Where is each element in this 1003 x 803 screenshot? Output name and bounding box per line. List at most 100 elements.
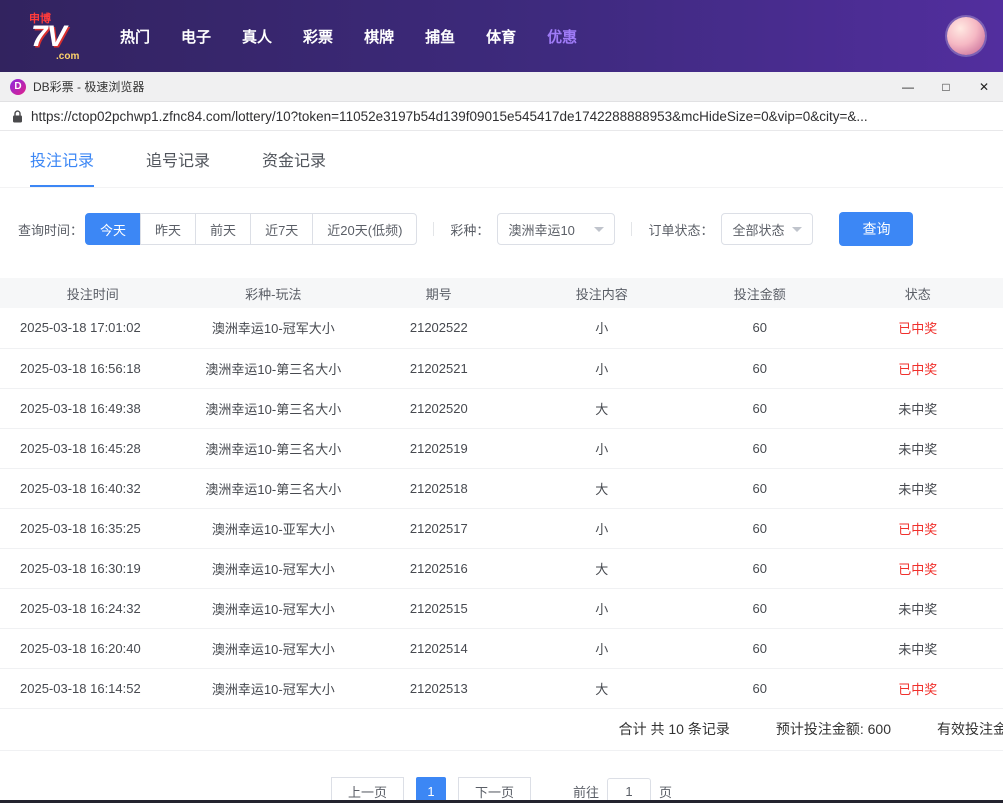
lottery-type-label: 彩种： bbox=[450, 222, 490, 238]
cell-play: 澳洲幸运10-第三名大小 bbox=[185, 388, 362, 429]
nav-item-sports[interactable]: 体育 bbox=[486, 26, 516, 47]
cell-play: 澳洲幸运10-冠军大小 bbox=[185, 588, 362, 629]
screen: 申博 7V .com 热门 电子 真人 彩票 棋牌 捕鱼 体育 优惠 D DB彩… bbox=[0, 0, 1003, 803]
tab-bet-records[interactable]: 投注记录 bbox=[30, 147, 95, 187]
bet-table-body: 2025-03-18 17:01:02 澳洲幸运10-冠军大小 21202522… bbox=[0, 308, 1003, 709]
nav-item-promo[interactable]: 优惠 bbox=[547, 26, 577, 47]
cell-amount: 60 bbox=[687, 308, 833, 349]
close-icon[interactable]: ✕ bbox=[965, 72, 1003, 102]
filter-divider bbox=[631, 222, 633, 236]
nav-item-board[interactable]: 棋牌 bbox=[364, 26, 394, 47]
window-title: DB彩票 - 极速浏览器 bbox=[33, 80, 145, 94]
cell-amount: 60 bbox=[687, 428, 833, 469]
expected-amount-text: 预计投注金额: 600 bbox=[775, 721, 891, 737]
total-records-text: 合计 共 10 条记录 bbox=[618, 721, 730, 737]
table-row: 2025-03-18 16:20:40 澳洲幸运10-冠军大小 21202514… bbox=[0, 628, 1003, 669]
cell-bet-time: 2025-03-18 16:14:52 bbox=[0, 668, 186, 709]
nav-item-hot[interactable]: 热门 bbox=[120, 26, 150, 47]
table-row: 2025-03-18 16:35:25 澳洲幸运10-亚军大小 21202517… bbox=[0, 508, 1003, 549]
nav-item-live[interactable]: 真人 bbox=[242, 26, 272, 47]
cell-status: 未中奖 bbox=[832, 468, 1003, 509]
filter-divider bbox=[433, 222, 435, 236]
cell-amount: 60 bbox=[687, 468, 833, 509]
cell-play: 澳洲幸运10-冠军大小 bbox=[185, 308, 362, 349]
table-row: 2025-03-18 16:40:32 澳洲幸运10-第三名大小 2120251… bbox=[0, 468, 1003, 509]
lottery-records-page: 投注记录 追号记录 资金记录 查询时间： 今天 昨天 前天 近7天 近20天(低… bbox=[0, 131, 1003, 803]
cell-issue: 21202518 bbox=[361, 468, 517, 509]
goto-suffix: 页 bbox=[659, 785, 673, 800]
cell-content: 大 bbox=[516, 668, 688, 709]
cell-play: 澳洲幸运10-第三名大小 bbox=[185, 428, 362, 469]
table-row: 2025-03-18 16:30:19 澳洲幸运10-冠军大小 21202516… bbox=[0, 548, 1003, 589]
cell-bet-time: 2025-03-18 16:45:28 bbox=[0, 428, 186, 469]
cell-issue: 21202517 bbox=[361, 508, 517, 549]
cell-amount: 60 bbox=[687, 668, 833, 709]
cell-bet-time: 2025-03-18 16:35:25 bbox=[0, 508, 186, 549]
site-logo[interactable]: 申博 7V .com bbox=[26, 9, 94, 63]
lottery-type-select[interactable]: 澳洲幸运10 bbox=[497, 213, 616, 245]
cell-issue: 21202519 bbox=[361, 428, 517, 469]
cell-bet-time: 2025-03-18 16:40:32 bbox=[0, 468, 186, 509]
cell-bet-time: 2025-03-18 16:56:18 bbox=[0, 348, 186, 389]
cell-status: 已中奖 bbox=[832, 308, 1003, 349]
cell-status: 未中奖 bbox=[832, 388, 1003, 429]
cell-amount: 60 bbox=[687, 628, 833, 669]
valid-amount-text: 有效投注金额 bbox=[937, 721, 1003, 737]
nav-item-electronic[interactable]: 电子 bbox=[181, 26, 211, 47]
main-nav: 热门 电子 真人 彩票 棋牌 捕鱼 体育 优惠 bbox=[120, 26, 577, 47]
cell-status: 已中奖 bbox=[832, 548, 1003, 589]
time-filter-label: 查询时间： bbox=[18, 222, 84, 238]
lottery-type-value: 澳洲幸运10 bbox=[508, 222, 575, 238]
cell-issue: 21202515 bbox=[361, 588, 517, 629]
tab-fund-records[interactable]: 资金记录 bbox=[262, 147, 326, 187]
address-bar: https://ctop02pchwp1.zfnc84.com/lottery/… bbox=[0, 102, 1003, 131]
cell-play: 澳洲幸运10-冠军大小 bbox=[185, 628, 362, 669]
cell-issue: 21202516 bbox=[361, 548, 517, 589]
col-header-bet-time: 投注时间 bbox=[0, 278, 186, 308]
cell-bet-time: 2025-03-18 16:30:19 bbox=[0, 548, 186, 589]
cell-status: 未中奖 bbox=[832, 588, 1003, 629]
time-filter-7days[interactable]: 近7天 bbox=[250, 213, 314, 245]
cell-play: 澳洲幸运10-第三名大小 bbox=[185, 468, 362, 509]
time-filter-daybefore[interactable]: 前天 bbox=[195, 213, 252, 245]
filter-bar: 查询时间： 今天 昨天 前天 近7天 近20天(低频) 彩种： 澳洲幸运10 订… bbox=[18, 212, 985, 246]
tab-chase-records[interactable]: 追号记录 bbox=[146, 147, 210, 187]
logo-sub-text: .com bbox=[56, 51, 80, 62]
order-status-value: 全部状态 bbox=[732, 222, 785, 238]
cell-content: 大 bbox=[516, 548, 688, 589]
chevron-down-icon bbox=[792, 226, 803, 232]
cell-status: 已中奖 bbox=[832, 668, 1003, 709]
maximize-icon[interactable]: □ bbox=[927, 72, 965, 102]
url-text[interactable]: https://ctop02pchwp1.zfnc84.com/lottery/… bbox=[31, 109, 868, 124]
cell-play: 澳洲幸运10-亚军大小 bbox=[185, 508, 362, 549]
table-row: 2025-03-18 16:49:38 澳洲幸运10-第三名大小 2120252… bbox=[0, 388, 1003, 429]
nav-item-fishing[interactable]: 捕鱼 bbox=[425, 26, 455, 47]
cell-issue: 21202521 bbox=[361, 348, 517, 389]
minimize-icon[interactable]: — bbox=[889, 72, 927, 102]
cell-play: 澳洲幸运10-冠军大小 bbox=[185, 548, 362, 589]
chevron-down-icon bbox=[594, 226, 605, 232]
cell-issue: 21202520 bbox=[361, 388, 517, 429]
order-status-select[interactable]: 全部状态 bbox=[721, 213, 814, 245]
cell-play: 澳洲幸运10-冠军大小 bbox=[185, 668, 362, 709]
cell-amount: 60 bbox=[687, 508, 833, 549]
cell-content: 小 bbox=[516, 508, 688, 549]
record-tabs: 投注记录 追号记录 资金记录 bbox=[0, 131, 1003, 188]
summary-bar: 合计 共 10 条记录 预计投注金额: 600 有效投注金额 bbox=[0, 709, 1003, 751]
col-header-play: 彩种-玩法 bbox=[185, 278, 362, 308]
cell-content: 小 bbox=[516, 308, 688, 349]
table-row: 2025-03-18 16:14:52 澳洲幸运10-冠军大小 21202513… bbox=[0, 668, 1003, 709]
bet-records-table: 投注时间 彩种-玩法 期号 投注内容 投注金额 状态 2025-03-18 17… bbox=[0, 278, 1003, 709]
cell-issue: 21202513 bbox=[361, 668, 517, 709]
browser-favicon: D bbox=[10, 78, 26, 95]
cell-status: 未中奖 bbox=[832, 628, 1003, 669]
cell-content: 小 bbox=[516, 628, 688, 669]
user-avatar[interactable] bbox=[947, 17, 985, 55]
cell-bet-time: 2025-03-18 17:01:02 bbox=[0, 308, 186, 349]
nav-item-lottery[interactable]: 彩票 bbox=[303, 26, 333, 47]
time-filter-yesterday[interactable]: 昨天 bbox=[140, 213, 197, 245]
cell-status: 未中奖 bbox=[832, 428, 1003, 469]
query-button[interactable]: 查询 bbox=[839, 212, 914, 246]
time-filter-today[interactable]: 今天 bbox=[85, 213, 142, 245]
time-filter-20days[interactable]: 近20天(低频) bbox=[312, 213, 418, 245]
